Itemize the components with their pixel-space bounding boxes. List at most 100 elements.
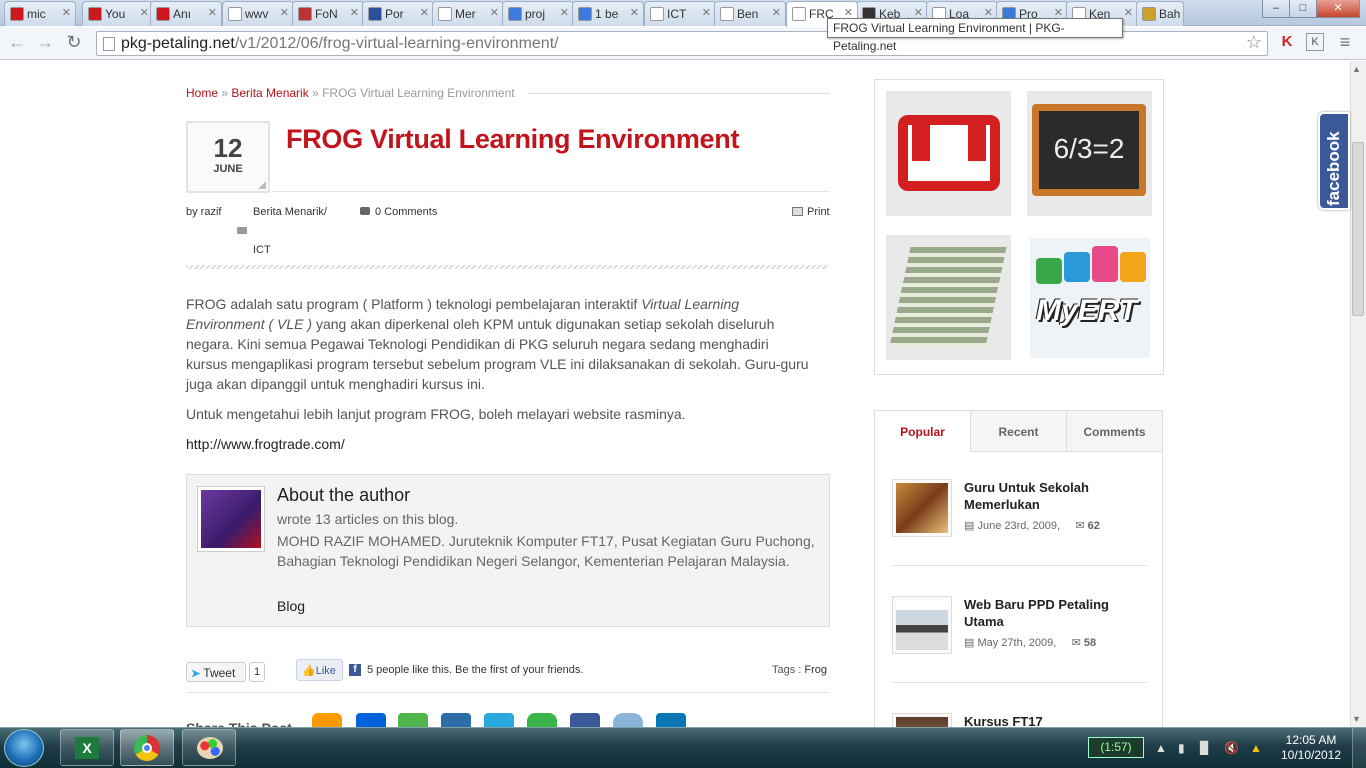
extension-k-red-icon[interactable]: K [1276,32,1298,52]
close-tab-icon[interactable]: ✕ [630,6,639,19]
post-category-1[interactable]: Berita Menarik/ [253,206,327,218]
browser-tab[interactable]: Anı ✕ [150,1,222,26]
browser-tab-label: mic [27,7,46,21]
author-avatar [197,486,265,552]
popular-post-title[interactable]: Guru Untuk Sekolah Memerlukan [964,479,1144,513]
popular-post-title[interactable]: Web Baru PPD Petaling Utama [964,596,1144,630]
tab-recent[interactable]: Recent [970,410,1067,452]
tag-frog[interactable]: Frog [804,664,827,676]
breadcrumb-home[interactable]: Home [186,86,218,100]
facebook-small-icon: f [349,664,361,676]
close-tab-icon[interactable]: ✕ [140,6,149,19]
delicious-share-icon[interactable] [356,713,386,727]
scrollbar-thumb[interactable] [1352,142,1364,316]
close-tab-icon[interactable]: ✕ [208,6,217,19]
close-tab-icon[interactable]: ✕ [490,6,499,19]
google-drive-icon[interactable]: ▲ [1250,741,1262,755]
close-tab-icon[interactable]: ✕ [280,6,289,19]
post-comment-count: 58 [1083,637,1097,649]
browser-tab-label: ICT [667,7,687,21]
close-tab-icon[interactable]: ✕ [772,6,781,19]
paint-taskbar-icon[interactable] [182,729,236,766]
tab-comments[interactable]: Comments [1066,410,1163,452]
tab-tooltip: FROG Virtual Learning Environment | PKG-… [827,18,1123,53]
excel-taskbar-icon[interactable]: X [60,729,114,766]
author-blog-link[interactable]: Blog [277,598,305,614]
popular-post-title[interactable]: Kursus FT17 [964,713,1144,727]
popular-post[interactable]: Kursus FT17 [892,713,1148,727]
post-category-2[interactable]: ICT [253,244,271,256]
close-tab-icon[interactable]: ✕ [62,6,71,19]
reload-icon[interactable]: ↻ [63,32,85,52]
twitter-share-icon[interactable] [484,713,514,727]
like-social-text: 5 people like this. Be the first of your… [367,664,584,676]
close-tab-icon[interactable]: ✕ [1124,6,1133,19]
scroll-down-icon[interactable]: ▼ [1352,714,1361,724]
wrench-menu-icon[interactable]: ≡ [1334,32,1356,52]
chat-share-icon[interactable] [527,713,557,727]
battery-timer[interactable]: (1:57) [1088,737,1144,758]
browser-tab[interactable]: proj ✕ [502,1,574,26]
tweet-button[interactable]: ➤ Tweet [186,662,246,682]
close-tab-icon[interactable]: ✕ [420,6,429,19]
browser-tab[interactable]: Ben ✕ [714,1,786,26]
tab-popular[interactable]: Popular [874,410,971,452]
bookmark-star-icon[interactable]: ☆ [1243,32,1265,52]
browser-tab[interactable]: FoN ✕ [292,1,364,26]
browser-tab[interactable]: mic ✕ [4,1,76,26]
frogtrade-link[interactable]: http://www.frogtrade.com/ [186,434,812,454]
facebook-tab-label: facebook [1324,131,1343,206]
back-arrow-icon[interactable]: ← [6,32,28,52]
volume-muted-icon[interactable]: 🔇 [1224,741,1239,755]
post-date-day: 12 [213,133,243,163]
google-favicon-icon [508,7,522,21]
comment-count-icon: ✉ [1075,520,1088,532]
close-window-button[interactable]: ✕ [1316,0,1360,18]
show-hidden-icons[interactable]: ▲ [1155,741,1167,755]
browser-tab[interactable]: wwv ✕ [222,1,294,26]
close-tab-icon[interactable]: ✕ [350,6,359,19]
browser-tab[interactable]: Por ✕ [362,1,434,26]
post-author[interactable]: by razif [186,206,221,218]
breadcrumb-category[interactable]: Berita Menarik [231,86,308,100]
myert-logo-icon[interactable]: MyERT [1030,238,1150,358]
battery-icon[interactable]: ▮ [1178,741,1185,755]
close-tab-icon[interactable]: ✕ [560,6,569,19]
page-favicon-icon [792,7,806,21]
linkedin-share-icon[interactable] [656,713,686,727]
browser-tab[interactable]: You ✕ [82,1,154,26]
forward-arrow-icon[interactable]: → [34,32,56,52]
maximize-button[interactable]: □ [1289,0,1317,18]
signal-icon[interactable]: ▉ [1200,741,1209,755]
browser-tab[interactable]: Mer ✕ [432,1,504,26]
money-stack-icon[interactable] [886,235,1011,360]
facebook-share-icon[interactable] [570,713,600,727]
youtube-favicon-icon [10,7,24,21]
facebook-tab[interactable]: facebook [1318,112,1350,210]
browser-tab[interactable]: Bah [1136,1,1184,26]
rss-share-icon[interactable] [312,713,342,727]
chrome-taskbar-icon[interactable] [120,729,174,766]
popular-post[interactable]: Web Baru PPD Petaling Utama ▤ May 27th, … [892,596,1148,686]
print-link[interactable]: Print [807,206,830,218]
gmail-icon[interactable] [886,91,1011,216]
browser-tab[interactable]: 1 be ✕ [572,1,644,26]
browser-tab-label: wwv [245,7,269,21]
post-comments-link[interactable]: 0 Comments [375,206,437,218]
taskbar-clock[interactable]: 12:05 AM 10/10/2012 [1276,733,1346,763]
like-button[interactable]: 👍Like [296,659,343,681]
minimize-button[interactable]: – [1262,0,1290,18]
start-button[interactable] [4,729,44,767]
scroll-up-icon[interactable]: ▲ [1352,64,1361,74]
browser-tab-label: Anı [173,7,192,21]
extension-k-icon[interactable]: K [1306,33,1324,51]
popular-post[interactable]: Guru Untuk Sekolah Memerlukan ▤ June 23r… [892,479,1148,569]
browser-tab[interactable]: ICT ✕ [644,1,716,26]
reddit-share-icon[interactable] [613,713,643,727]
show-desktop-button[interactable] [1352,728,1366,768]
calendar-icon: ▤ [964,637,978,649]
math-chalkboard-icon[interactable]: 6/3=2 [1027,91,1152,216]
stumbleupon-share-icon[interactable] [398,713,428,727]
digg-share-icon[interactable] [441,713,471,727]
close-tab-icon[interactable]: ✕ [702,6,711,19]
